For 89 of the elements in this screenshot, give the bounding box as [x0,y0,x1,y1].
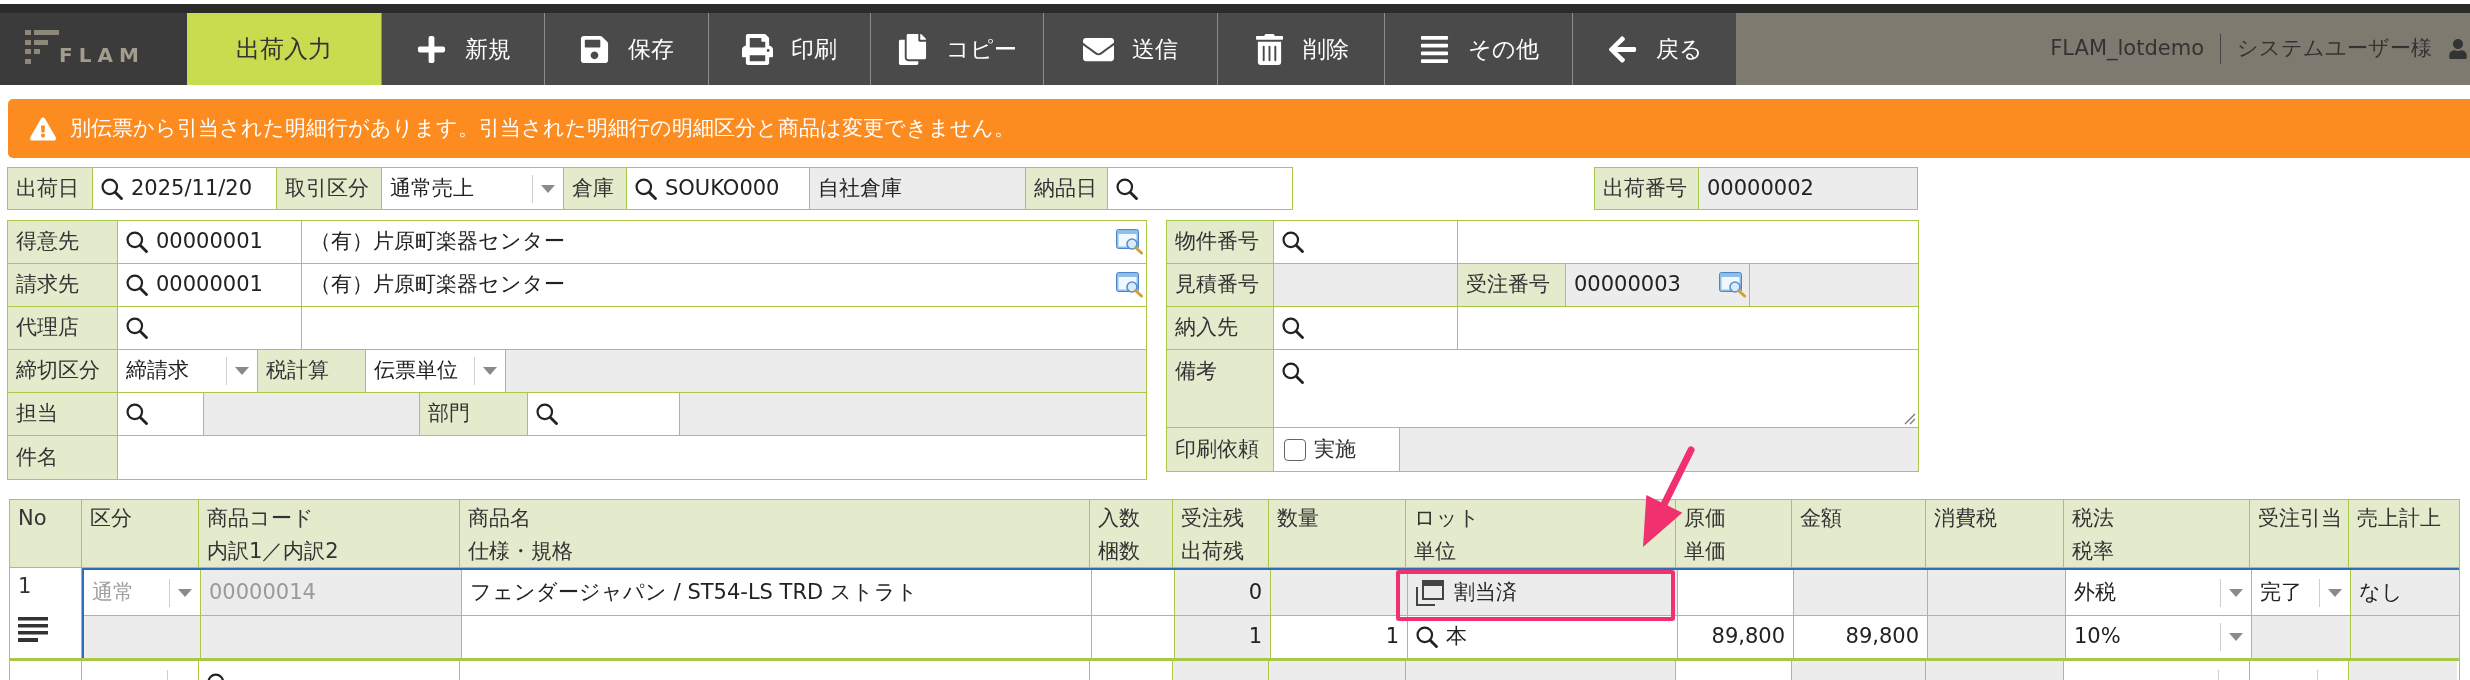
toolbar-button[interactable]: 新規 [381,13,544,85]
warning-icon [30,115,56,142]
toolbar-button[interactable]: コピー [870,13,1043,85]
table-cell: 0 [1175,570,1271,615]
search-icon [536,403,558,425]
field-label: 得意先 [8,221,118,263]
toolbar-button[interactable]: 削除 [1217,13,1384,85]
plus-icon [415,33,447,65]
window-magnifier-icon[interactable] [1116,229,1144,255]
column-header: 原価 [1684,505,1726,532]
caret-icon [483,367,497,375]
field-label: 税計算 [258,350,366,392]
field-label: 担当 [8,393,118,435]
company-name: FLAM_lotdemo [2050,35,2204,63]
row-number: 1 [18,573,32,600]
alert-message: 別伝票から引当された明細行があります。引当された明細行の明細区分と商品は変更できません。 [70,114,1015,142]
field-label: 印刷依頼 [1167,428,1274,471]
field-label: 備考 [1167,350,1274,427]
column-header: 受注引当 [2258,505,2342,532]
column-header: 税法 [2072,505,2114,532]
table-cell: 00000014 [201,570,462,615]
column-header: 仕様・規格 [468,538,573,565]
logo-mark-icon [25,30,59,64]
column-header: 商品コード [207,505,314,532]
search-icon [126,317,148,339]
column-header: 区分 [90,505,132,532]
toolbar-button[interactable]: その他 [1384,13,1572,85]
toolbar-button[interactable]: 戻る [1572,13,1736,85]
field-value: 00000003 [1574,271,1681,299]
lot-allocation-button[interactable]: 割当済 [1408,570,1677,615]
table-cell: なし [2351,570,2459,615]
field-label: 受注番号 [1458,264,1566,306]
field-label: 代理店 [8,307,118,349]
field-label: 見積番号 [1167,264,1274,306]
toolbar-button[interactable]: 保存 [544,13,708,85]
column-header: 税率 [2072,538,2114,565]
field-value: （有）片原町楽器センター [310,228,565,256]
field-value: （有）片原町楽器センター [310,271,565,299]
search-icon [126,274,148,296]
resize-handle-icon[interactable] [1904,413,1916,425]
column-header: 商品名 [468,505,531,532]
search-icon [1416,626,1438,648]
search-icon [1282,317,1304,339]
field-label: 部門 [420,393,528,435]
logo-text: FLAM [59,46,145,64]
screen-tab[interactable]: 出荷入力 [187,13,381,85]
table-cell: 1 [1175,616,1271,658]
user-name: システムユーザー様 [2237,35,2432,63]
column-header: 内訳1／内訳2 [207,538,339,565]
column-header: 金額 [1800,505,1842,532]
menu-icon [1418,33,1450,65]
column-header: 単位 [1414,538,1456,565]
caret-icon [2229,633,2243,641]
column-header: 受注残 [1181,505,1244,532]
user-icon[interactable] [2448,39,2468,59]
column-header: 売上計上 [2357,505,2441,532]
checkbox-label[interactable]: 実施 [1314,433,1356,466]
documents-icon [897,33,928,65]
field-label: 締切区分 [8,350,118,392]
window-magnifier-icon[interactable] [1116,272,1144,298]
caret-icon [235,367,249,375]
column-header: 数量 [1277,505,1319,532]
field-label: 件名 [8,436,118,479]
column-header: ロット [1414,505,1480,532]
window-stack-icon [1416,579,1444,606]
toolbar-button[interactable]: 印刷 [708,13,870,85]
toolbar-button[interactable]: 送信 [1043,13,1217,85]
column-header: 消費税 [1934,505,1997,532]
printer-icon [742,33,773,65]
field-label: 納入先 [1167,307,1274,349]
trash-icon [1253,33,1285,65]
search-icon [1282,231,1304,253]
column-header: 梱数 [1098,538,1140,565]
caret-icon [2328,588,2342,597]
search-icon [126,231,148,253]
arrow-left-icon [1606,33,1638,65]
field-label: 請求先 [8,264,118,306]
row-menu-icon[interactable] [18,616,48,642]
column-header: 入数 [1098,505,1140,532]
window-magnifier-icon[interactable] [1719,272,1747,298]
search-icon [1282,362,1304,384]
caret-icon [178,588,192,597]
column-header: No [18,505,47,532]
checkbox[interactable] [1284,438,1306,461]
field-label: 物件番号 [1167,221,1274,263]
caret-icon [2229,588,2243,597]
column-header: 出荷残 [1181,538,1244,565]
search-icon [126,403,148,425]
column-header: 単価 [1684,538,1726,565]
